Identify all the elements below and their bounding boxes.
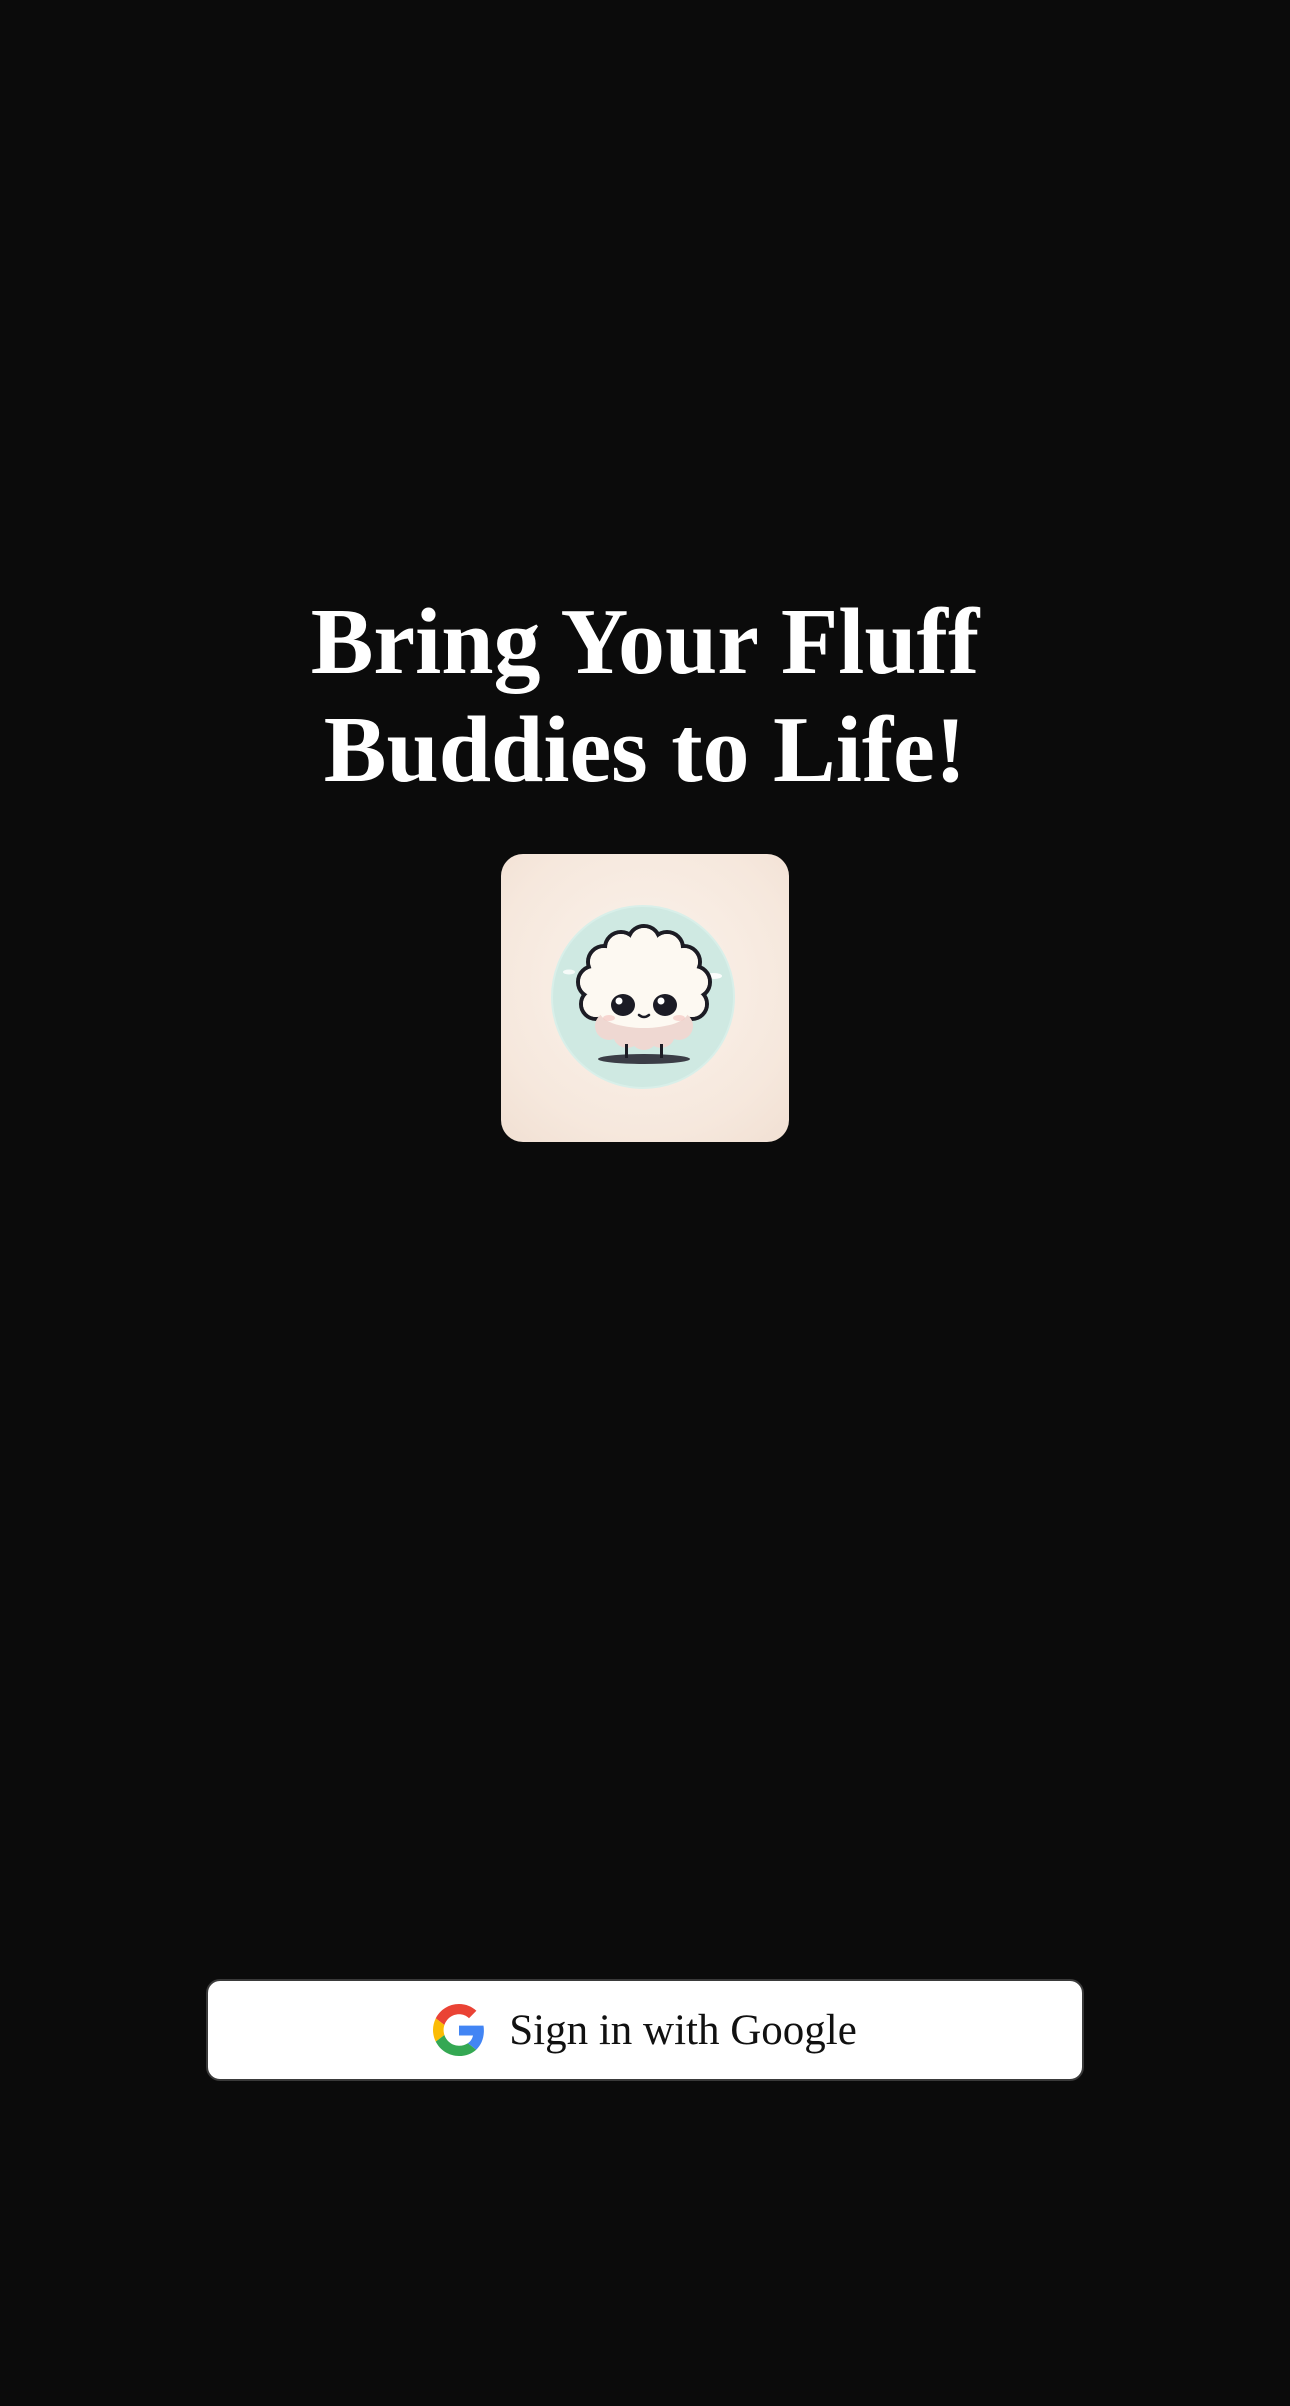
sign-in-with-google-button[interactable]: Sign in with Google — [206, 1979, 1084, 2081]
google-g-icon — [433, 2004, 485, 2056]
sign-in-with-google-label: Sign in with Google — [509, 2006, 857, 2054]
app-logo — [501, 854, 789, 1142]
page-title: Bring Your Fluff Buddies to Life! — [0, 588, 1290, 804]
login-screen: Bring Your Fluff Buddies to Life! Sign i… — [0, 0, 1290, 2406]
headline-line-2: Buddies to Life! — [323, 698, 967, 802]
fluff-buddy-mascot-icon — [551, 905, 735, 1089]
headline-line-1: Bring Your Fluff — [310, 590, 980, 694]
